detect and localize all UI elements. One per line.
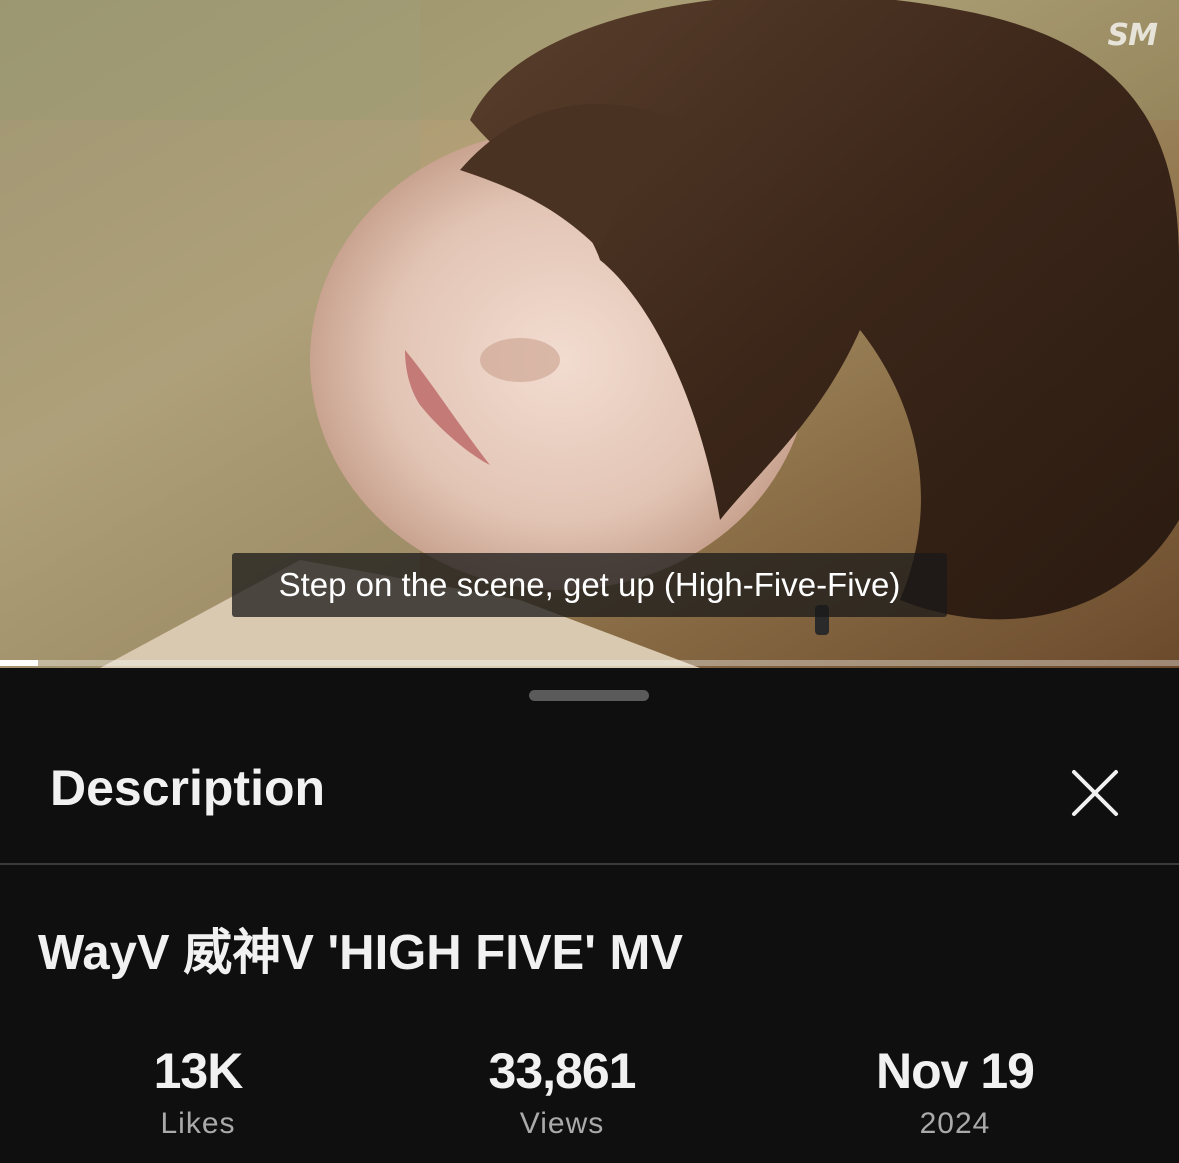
views-label: Views bbox=[519, 1107, 605, 1140]
close-icon bbox=[1072, 770, 1118, 816]
progress-bar-fill bbox=[0, 660, 38, 666]
description-sheet: Description WayV 威神V 'HIGH FIVE' MV 13K … bbox=[0, 668, 1179, 1163]
date-stat: Nov 19 2024 bbox=[805, 1040, 1105, 1144]
closed-caption: Step on the scene, get up (High-Five-Fiv… bbox=[232, 553, 947, 617]
views-stat: 33,861 Views bbox=[412, 1040, 712, 1144]
video-title: WayV 威神V 'HIGH FIVE' MV bbox=[38, 926, 683, 980]
progress-bar[interactable] bbox=[0, 660, 1179, 666]
close-button[interactable] bbox=[1058, 758, 1130, 830]
drag-handle[interactable] bbox=[529, 690, 649, 701]
video-player[interactable]: SM Step on the scene, get up (High-Five-… bbox=[0, 0, 1179, 668]
sheet-title: Description bbox=[50, 760, 326, 816]
divider bbox=[0, 863, 1179, 865]
channel-watermark: SM bbox=[1107, 18, 1158, 53]
likes-count: 13K bbox=[153, 1043, 244, 1099]
likes-label: Likes bbox=[160, 1107, 236, 1140]
views-count: 33,861 bbox=[488, 1043, 637, 1099]
upload-year: 2024 bbox=[919, 1107, 991, 1140]
upload-date: Nov 19 bbox=[876, 1043, 1035, 1099]
likes-stat: 13K Likes bbox=[48, 1040, 348, 1144]
video-stats: 13K Likes 33,861 Views Nov 19 2024 bbox=[0, 1040, 1179, 1150]
